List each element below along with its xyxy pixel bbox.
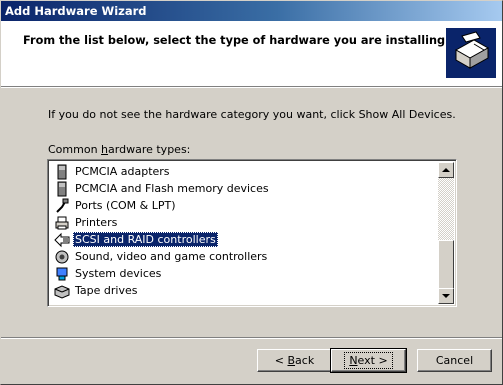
add-hardware-wizard-window: Add Hardware Wizard From the list below,… <box>0 0 503 385</box>
next-button-label: Next > <box>344 352 393 369</box>
list-item[interactable]: Sound, video and game controllers <box>54 248 269 265</box>
list-item[interactable]: PCMCIA adapters <box>54 163 172 180</box>
window-title: Add Hardware Wizard <box>5 4 147 18</box>
scsi-icon <box>54 232 70 247</box>
port-icon <box>56 198 69 213</box>
printer-icon <box>55 216 69 229</box>
list-item[interactable]: Ports (COM & LPT) <box>54 197 178 214</box>
arrow-down-icon <box>442 293 450 298</box>
scrollbar-thumb[interactable] <box>438 240 454 290</box>
list-item[interactable]: System devices <box>54 265 163 282</box>
back-button-label: < Back <box>274 354 315 367</box>
list-item[interactable]: Printers <box>54 214 119 231</box>
hardware-types-label: Common hardware types: <box>48 143 191 156</box>
scroll-down-button[interactable] <box>438 288 454 304</box>
footer-separator <box>1 337 502 339</box>
pcmcia-icon <box>57 181 67 196</box>
hardware-types-listbox[interactable]: PCMCIA adapters PCMCIA and Flash memory d… <box>47 159 457 307</box>
cancel-button[interactable]: Cancel <box>417 349 492 372</box>
vertical-scrollbar[interactable] <box>438 162 454 304</box>
sound-icon <box>55 250 69 263</box>
list-item-label: PCMCIA adapters <box>75 165 170 178</box>
next-button[interactable]: Next > <box>330 348 407 373</box>
hardware-wizard-icon <box>446 28 496 78</box>
list-item[interactable]: PCMCIA and Flash memory devices <box>54 180 271 197</box>
cancel-button-label: Cancel <box>435 354 474 367</box>
list-item[interactable]: SCSI and RAID controllers <box>54 231 218 248</box>
scroll-up-button[interactable] <box>438 162 454 178</box>
header-title: From the list below, select the type of … <box>23 34 446 47</box>
list-item-label: Printers <box>75 216 118 229</box>
hardware-types-list: PCMCIA adapters PCMCIA and Flash memory d… <box>50 162 438 304</box>
info-text: If you do not see the hardware category … <box>48 108 456 121</box>
back-button[interactable]: < Back <box>257 349 332 372</box>
list-item-label: Ports (COM & LPT) <box>75 199 176 212</box>
wizard-header: From the list below, select the type of … <box>1 21 502 86</box>
list-item-label: Sound, video and game controllers <box>75 250 268 263</box>
list-item-label: Tape drives <box>75 284 138 297</box>
title-bar[interactable]: Add Hardware Wizard <box>1 1 502 21</box>
list-item[interactable]: Tape drives <box>54 282 139 299</box>
header-separator <box>1 86 502 88</box>
list-item-label: PCMCIA and Flash memory devices <box>75 182 269 195</box>
list-item-label: System devices <box>75 267 162 280</box>
system-icon <box>56 267 68 280</box>
arrow-up-icon <box>442 167 450 172</box>
tape-icon <box>54 284 70 299</box>
pcmcia-icon <box>57 164 67 179</box>
list-item-label: SCSI and RAID controllers <box>73 232 218 247</box>
